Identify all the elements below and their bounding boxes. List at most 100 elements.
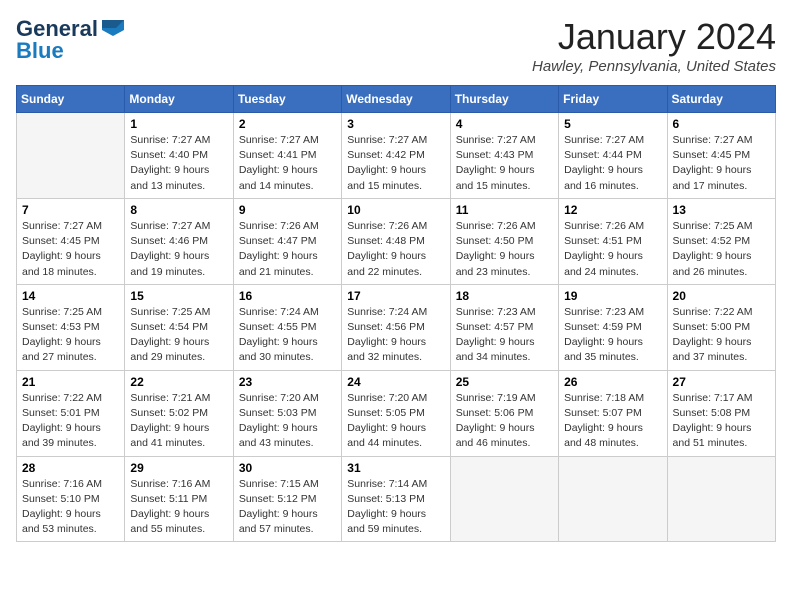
logo-blue: Blue (16, 38, 64, 64)
calendar-cell: 18 Sunrise: 7:23 AMSunset: 4:57 PMDayligh… (450, 284, 558, 370)
calendar-cell (667, 456, 775, 542)
calendar-cell: 5Sunrise: 7:27 AMSunset: 4:44 PMDaylight… (559, 113, 667, 199)
day-info: Sunrise: 7:14 AMSunset: 5:13 PMDaylight:… (347, 477, 444, 538)
day-number: 28 (22, 461, 119, 475)
day-number: 19 (564, 289, 661, 303)
calendar-cell: 13 Sunrise: 7:25 AMSunset: 4:52 PMDayligh… (667, 198, 775, 284)
day-number: 30 (239, 461, 336, 475)
calendar-week-row: 14Sunrise: 7:25 AMSunset: 4:53 PMDayligh… (17, 284, 776, 370)
calendar-cell: 9Sunrise: 7:26 AMSunset: 4:47 PMDaylight… (233, 198, 341, 284)
day-number: 8 (130, 203, 227, 217)
day-info: Sunrise: 7:27 AMSunset: 4:46 PMDaylight:… (130, 219, 227, 280)
calendar-day-header: Sunday (17, 86, 125, 113)
day-info: Sunrise: 7:23 AMSunset: 4:59 PMDaylight:… (564, 305, 661, 366)
calendar-week-row: 21 Sunrise: 7:22 AMSunset: 5:01 PMDayligh… (17, 370, 776, 456)
day-number: 24 (347, 375, 444, 389)
location: Hawley, Pennsylvania, United States (532, 58, 776, 75)
calendar-cell: 24 Sunrise: 7:20 AMSunset: 5:05 PMDayligh… (342, 370, 450, 456)
calendar-cell (450, 456, 558, 542)
calendar-cell: 3 Sunrise: 7:27 AMSunset: 4:42 PMDaylight… (342, 113, 450, 199)
day-number: 18 (456, 289, 553, 303)
day-info: Sunrise: 7:27 AMSunset: 4:42 PMDaylight:… (347, 133, 444, 194)
day-number: 10 (347, 203, 444, 217)
calendar-cell: 26 Sunrise: 7:18 AMSunset: 5:07 PMDayligh… (559, 370, 667, 456)
calendar-cell (559, 456, 667, 542)
month-title: January 2024 (532, 16, 776, 58)
day-info: Sunrise: 7:25 AMSunset: 4:52 PMDaylight:… (673, 219, 770, 280)
calendar-cell: 2Sunrise: 7:27 AMSunset: 4:41 PMDaylight… (233, 113, 341, 199)
calendar-cell: 10 Sunrise: 7:26 AMSunset: 4:48 PMDayligh… (342, 198, 450, 284)
day-info: Sunrise: 7:27 AMSunset: 4:40 PMDaylight:… (130, 133, 227, 194)
day-info: Sunrise: 7:18 AMSunset: 5:07 PMDaylight:… (564, 391, 661, 452)
day-number: 17 (347, 289, 444, 303)
calendar-week-row: 1Sunrise: 7:27 AMSunset: 4:40 PMDaylight… (17, 113, 776, 199)
calendar-cell: 20Sunrise: 7:22 AMSunset: 5:00 PMDayligh… (667, 284, 775, 370)
day-number: 2 (239, 117, 336, 131)
day-number: 3 (347, 117, 444, 131)
calendar-cell: 28Sunrise: 7:16 AMSunset: 5:10 PMDayligh… (17, 456, 125, 542)
calendar-cell: 25 Sunrise: 7:19 AMSunset: 5:06 PMDayligh… (450, 370, 558, 456)
day-number: 21 (22, 375, 119, 389)
calendar-day-header: Wednesday (342, 86, 450, 113)
day-info: Sunrise: 7:22 AMSunset: 5:01 PMDaylight:… (22, 391, 119, 452)
day-info: Sunrise: 7:27 AMSunset: 4:43 PMDaylight:… (456, 133, 553, 194)
calendar-cell: 21 Sunrise: 7:22 AMSunset: 5:01 PMDayligh… (17, 370, 125, 456)
day-info: Sunrise: 7:21 AMSunset: 5:02 PMDaylight:… (130, 391, 227, 452)
day-info: Sunrise: 7:17 AMSunset: 5:08 PMDaylight:… (673, 391, 770, 452)
calendar-cell: 14Sunrise: 7:25 AMSunset: 4:53 PMDayligh… (17, 284, 125, 370)
day-number: 11 (456, 203, 553, 217)
logo: General Blue (16, 16, 124, 64)
calendar-day-header: Monday (125, 86, 233, 113)
calendar-cell: 29 Sunrise: 7:16 AMSunset: 5:11 PMDayligh… (125, 456, 233, 542)
calendar-cell: 17 Sunrise: 7:24 AMSunset: 4:56 PMDayligh… (342, 284, 450, 370)
day-info: Sunrise: 7:27 AMSunset: 4:45 PMDaylight:… (673, 133, 770, 194)
day-info: Sunrise: 7:26 AMSunset: 4:48 PMDaylight:… (347, 219, 444, 280)
day-info: Sunrise: 7:15 AMSunset: 5:12 PMDaylight:… (239, 477, 336, 538)
day-info: Sunrise: 7:26 AMSunset: 4:50 PMDaylight:… (456, 219, 553, 280)
day-number: 14 (22, 289, 119, 303)
day-number: 25 (456, 375, 553, 389)
calendar-cell: 4 Sunrise: 7:27 AMSunset: 4:43 PMDaylight… (450, 113, 558, 199)
calendar-cell: 15 Sunrise: 7:25 AMSunset: 4:54 PMDayligh… (125, 284, 233, 370)
day-number: 9 (239, 203, 336, 217)
day-info: Sunrise: 7:23 AMSunset: 4:57 PMDaylight:… (456, 305, 553, 366)
day-number: 12 (564, 203, 661, 217)
calendar-day-header: Friday (559, 86, 667, 113)
calendar-week-row: 28Sunrise: 7:16 AMSunset: 5:10 PMDayligh… (17, 456, 776, 542)
calendar-cell (17, 113, 125, 199)
calendar-cell: 30 Sunrise: 7:15 AMSunset: 5:12 PMDayligh… (233, 456, 341, 542)
calendar-day-header: Saturday (667, 86, 775, 113)
logo-flag-icon (102, 20, 124, 36)
day-number: 4 (456, 117, 553, 131)
calendar-table: SundayMondayTuesdayWednesdayThursdayFrid… (16, 85, 776, 542)
calendar-cell: 8 Sunrise: 7:27 AMSunset: 4:46 PMDaylight… (125, 198, 233, 284)
calendar-cell: 19 Sunrise: 7:23 AMSunset: 4:59 PMDayligh… (559, 284, 667, 370)
calendar-day-header: Thursday (450, 86, 558, 113)
calendar-cell: 31Sunrise: 7:14 AMSunset: 5:13 PMDayligh… (342, 456, 450, 542)
day-info: Sunrise: 7:19 AMSunset: 5:06 PMDaylight:… (456, 391, 553, 452)
day-info: Sunrise: 7:20 AMSunset: 5:05 PMDaylight:… (347, 391, 444, 452)
day-info: Sunrise: 7:25 AMSunset: 4:54 PMDaylight:… (130, 305, 227, 366)
day-number: 7 (22, 203, 119, 217)
day-number: 29 (130, 461, 227, 475)
calendar-cell: 12 Sunrise: 7:26 AMSunset: 4:51 PMDayligh… (559, 198, 667, 284)
day-number: 13 (673, 203, 770, 217)
calendar-day-header: Tuesday (233, 86, 341, 113)
day-number: 27 (673, 375, 770, 389)
day-number: 6 (673, 117, 770, 131)
day-info: Sunrise: 7:26 AMSunset: 4:51 PMDaylight:… (564, 219, 661, 280)
calendar-header-row: SundayMondayTuesdayWednesdayThursdayFrid… (17, 86, 776, 113)
day-info: Sunrise: 7:22 AMSunset: 5:00 PMDaylight:… (673, 305, 770, 366)
calendar-cell: 16Sunrise: 7:24 AMSunset: 4:55 PMDayligh… (233, 284, 341, 370)
day-number: 26 (564, 375, 661, 389)
day-info: Sunrise: 7:24 AMSunset: 4:56 PMDaylight:… (347, 305, 444, 366)
day-number: 23 (239, 375, 336, 389)
title-area: January 2024 Hawley, Pennsylvania, Unite… (532, 16, 776, 75)
day-info: Sunrise: 7:16 AMSunset: 5:11 PMDaylight:… (130, 477, 227, 538)
day-number: 22 (130, 375, 227, 389)
day-number: 15 (130, 289, 227, 303)
calendar-cell: 27 Sunrise: 7:17 AMSunset: 5:08 PMDayligh… (667, 370, 775, 456)
day-info: Sunrise: 7:24 AMSunset: 4:55 PMDaylight:… (239, 305, 336, 366)
page-header: General Blue January 2024 Hawley, Pennsy… (16, 16, 776, 75)
calendar-week-row: 7Sunrise: 7:27 AMSunset: 4:45 PMDaylight… (17, 198, 776, 284)
